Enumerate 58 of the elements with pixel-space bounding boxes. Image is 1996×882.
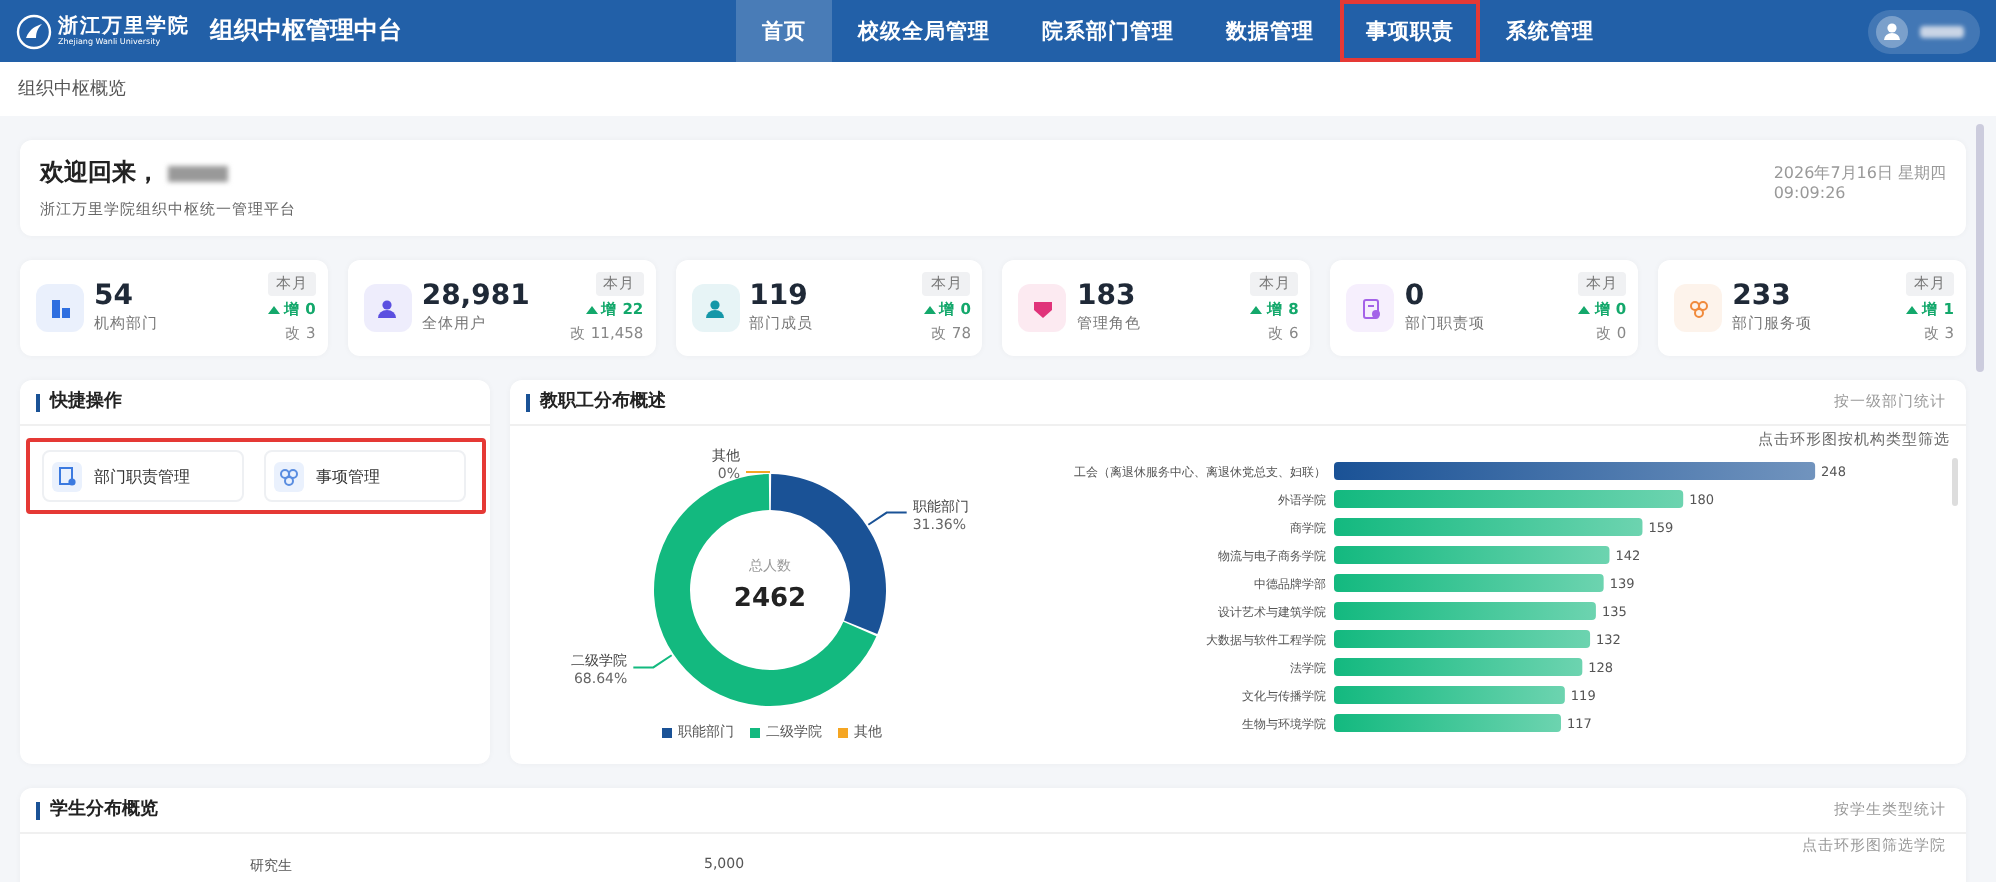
up-triangle-icon <box>267 306 280 314</box>
up-triangle-icon <box>1250 306 1263 314</box>
stat-icon <box>704 297 727 319</box>
bar[interactable] <box>1334 630 1591 648</box>
stat-value: 28,981 <box>421 282 532 310</box>
bar[interactable] <box>1334 658 1583 676</box>
bar[interactable] <box>1334 602 1596 620</box>
user-menu[interactable] <box>1868 9 1980 53</box>
stat-icon <box>1359 297 1382 319</box>
bar[interactable] <box>1334 490 1684 508</box>
up-triangle-icon <box>1578 306 1591 314</box>
emblem-icon <box>16 13 52 49</box>
date-text: 2026年7月16日 星期四 <box>1773 164 1946 185</box>
stat-value: 119 <box>749 282 810 310</box>
quick-action-button[interactable]: 部门职责管理 <box>42 450 244 502</box>
stat-value: 54 <box>94 282 135 310</box>
nav-tab[interactable]: 院系部门管理 <box>1016 0 1200 62</box>
logo-name: 浙江万里学院 <box>58 17 190 37</box>
stat-icon <box>1031 297 1054 319</box>
leader-line <box>632 654 673 669</box>
card-title: 学生分布概览 <box>36 801 158 819</box>
cluster-icon <box>274 461 304 491</box>
card-title: 快捷操作 <box>36 393 122 411</box>
redacted-name <box>1920 25 1964 37</box>
bar[interactable] <box>1334 546 1610 564</box>
nav-tab[interactable]: 数据管理 <box>1200 0 1340 62</box>
greeting: 欢迎回来， <box>40 156 160 190</box>
leader-line <box>867 511 908 526</box>
document-icon <box>52 461 82 491</box>
bar[interactable] <box>1334 518 1643 536</box>
nav-tab[interactable]: 系统管理 <box>1480 0 1620 62</box>
stat-icon <box>376 297 399 319</box>
scrollbar-thumb[interactable] <box>1976 124 1984 372</box>
up-triangle-icon <box>1906 306 1919 314</box>
total-value: 2462 <box>733 584 807 614</box>
time-text: 09:09:26 <box>1773 184 1848 206</box>
bar[interactable] <box>1334 714 1561 732</box>
redacted-name <box>168 165 228 181</box>
quick-action-button[interactable]: 事项管理 <box>264 450 466 502</box>
scrollbar-thumb[interactable] <box>1952 458 1958 506</box>
up-triangle-icon <box>923 306 936 314</box>
avatar-icon <box>1876 15 1908 47</box>
bar[interactable] <box>1334 574 1604 592</box>
stat-value: 183 <box>1076 282 1138 310</box>
app-title: 组织中枢管理中台 <box>210 14 404 48</box>
stat-value: 0 <box>1404 282 1427 310</box>
stat-icon <box>49 297 71 319</box>
nav-tab[interactable]: 事项职责 <box>1340 0 1480 62</box>
stat-icon <box>1687 297 1710 319</box>
bar[interactable] <box>1334 462 1816 480</box>
leader-line <box>745 471 771 473</box>
nav-tab[interactable]: 首页 <box>736 0 832 62</box>
card-title: 教职工分布概述 <box>526 393 666 411</box>
breadcrumb: 组织中枢概览 <box>18 77 126 102</box>
bar[interactable] <box>1334 686 1565 704</box>
nav-tab[interactable]: 校级全局管理 <box>832 0 1016 62</box>
up-triangle-icon <box>585 306 598 314</box>
stat-value: 233 <box>1732 282 1793 310</box>
